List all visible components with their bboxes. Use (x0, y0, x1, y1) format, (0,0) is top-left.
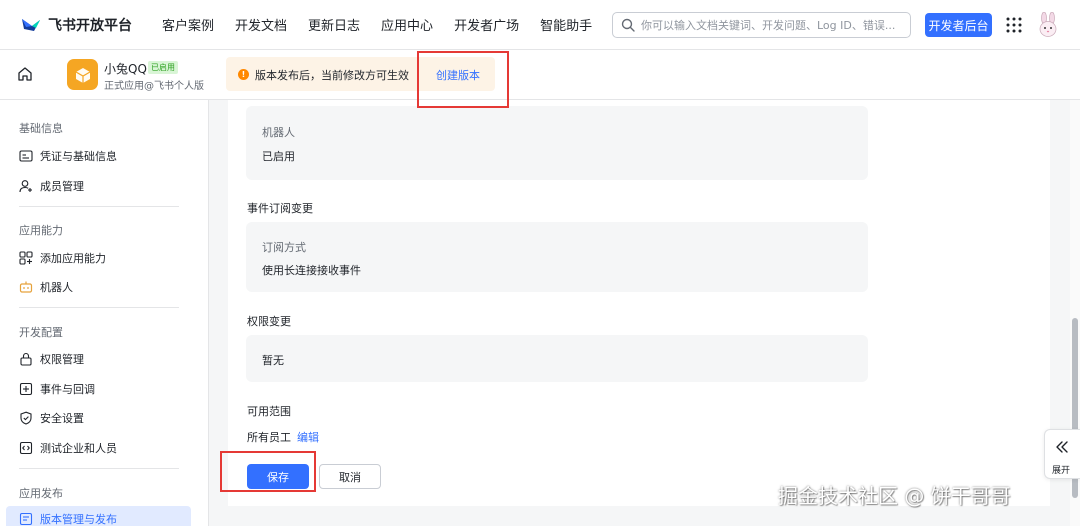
sidebar-item-label: 测试企业和人员 (40, 442, 117, 455)
sidebar-item-label: 凭证与基础信息 (40, 150, 117, 163)
event-card-label: 订阅方式 (262, 241, 306, 254)
sidebar-divider (19, 206, 179, 207)
event-section-title: 事件订阅变更 (247, 202, 313, 215)
nav-item-cases[interactable]: 客户案例 (162, 15, 214, 34)
search-icon (621, 18, 635, 32)
double-chevron-left-icon (1056, 441, 1068, 453)
sidebar-item-add-capability[interactable]: 添加应用能力 (19, 247, 106, 269)
permission-section-title: 权限变更 (247, 315, 291, 328)
warning-icon: ! (238, 69, 249, 80)
robot-card: 机器人 已启用 (246, 106, 868, 180)
app-subtitle: 正式应用@飞书个人版 (104, 81, 204, 92)
robot-icon (19, 281, 33, 293)
app-status-badge: 已启用 (148, 61, 178, 74)
lock-icon (20, 352, 32, 366)
nav-item-developer-square[interactable]: 开发者广场 (454, 15, 519, 34)
user-avatar-icon[interactable] (1036, 12, 1060, 38)
nav-item-docs[interactable]: 开发文档 (235, 15, 287, 34)
sidebar-item-label: 版本管理与发布 (40, 513, 117, 526)
sidebar-item-test-enterprise[interactable]: 测试企业和人员 (19, 437, 117, 459)
sidebar-item-robot[interactable]: 机器人 (19, 276, 73, 298)
sidebar-item-events[interactable]: 事件与回调 (19, 378, 95, 400)
app-avatar[interactable] (67, 59, 98, 90)
sidebar-divider (19, 468, 179, 469)
expand-panel-button[interactable]: 展开 (1044, 429, 1080, 479)
edit-range-link[interactable]: 编辑 (297, 429, 319, 445)
sidebar-item-credentials[interactable]: 凭证与基础信息 (19, 145, 117, 167)
watermark-text: 掘金技术社区 @ 饼干哥哥 (778, 484, 1011, 508)
sidebar-item-label: 成员管理 (40, 180, 84, 193)
member-icon (19, 180, 32, 193)
nav-links: 客户案例 开发文档 更新日志 应用中心 开发者广场 智能助手 (162, 15, 613, 34)
shield-icon (20, 411, 32, 425)
grid-add-icon (19, 251, 33, 265)
top-nav-bar: 飞书开放平台 客户案例 开发文档 更新日志 应用中心 开发者广场 智能助手 (0, 0, 1080, 50)
sidebar-section-basic-info: 基础信息 (19, 122, 63, 135)
sidebar-item-members[interactable]: 成员管理 (19, 175, 84, 197)
event-card: 订阅方式 使用长连接接收事件 (246, 222, 868, 292)
app-header-bar (0, 50, 1080, 100)
nav-item-ai-assistant[interactable]: 智能助手 (540, 15, 592, 34)
sidebar-item-label: 事件与回调 (40, 383, 95, 396)
home-icon[interactable] (17, 66, 33, 82)
search-input[interactable] (641, 18, 903, 32)
notice-text: 版本发布后，当前修改方可生效 (255, 69, 409, 82)
app-name: 小兔QQ (104, 62, 147, 76)
range-section-title: 可用范围 (247, 405, 291, 418)
cancel-button[interactable]: 取消 (319, 464, 381, 489)
permission-card-value: 暂无 (262, 354, 284, 367)
annotation-box-create-version (417, 51, 509, 108)
expand-label: 展开 (1052, 466, 1071, 476)
range-value: 所有员工 (247, 431, 291, 444)
annotation-box-save (220, 451, 316, 492)
developer-console-button[interactable]: 开发者后台 (925, 13, 992, 37)
sidebar-item-label: 添加应用能力 (40, 252, 106, 265)
sidebar-section-app-release: 应用发布 (19, 487, 63, 500)
sidebar-section-dev-config: 开发配置 (19, 326, 63, 339)
robot-card-value: 已启用 (262, 150, 295, 163)
robot-card-label: 机器人 (262, 126, 295, 139)
nav-item-changelog[interactable]: 更新日志 (308, 15, 360, 34)
version-icon (19, 512, 33, 526)
nav-item-app-center[interactable]: 应用中心 (381, 15, 433, 34)
sidebar-item-version-release[interactable]: 版本管理与发布 (19, 508, 117, 526)
brand-name: 飞书开放平台 (48, 17, 132, 34)
event-icon (19, 382, 33, 396)
feishu-logo-icon (22, 18, 40, 31)
sidebar-item-label: 安全设置 (40, 412, 84, 425)
package-icon (75, 67, 90, 83)
search-box[interactable] (612, 12, 911, 38)
sidebar-item-permissions[interactable]: 权限管理 (19, 348, 84, 370)
sidebar-item-label: 权限管理 (40, 353, 84, 366)
sidebar-item-security[interactable]: 安全设置 (19, 407, 84, 429)
apps-grid-icon[interactable] (1006, 17, 1022, 33)
event-card-value: 使用长连接接收事件 (262, 264, 361, 277)
sidebar-item-label: 机器人 (40, 281, 73, 294)
credential-icon (19, 150, 33, 162)
code-icon (19, 441, 33, 455)
permission-card: 暂无 (246, 335, 868, 382)
sidebar-section-app-capabilities: 应用能力 (19, 224, 63, 237)
brand[interactable]: 飞书开放平台 (20, 15, 150, 35)
sidebar-divider (19, 307, 179, 308)
